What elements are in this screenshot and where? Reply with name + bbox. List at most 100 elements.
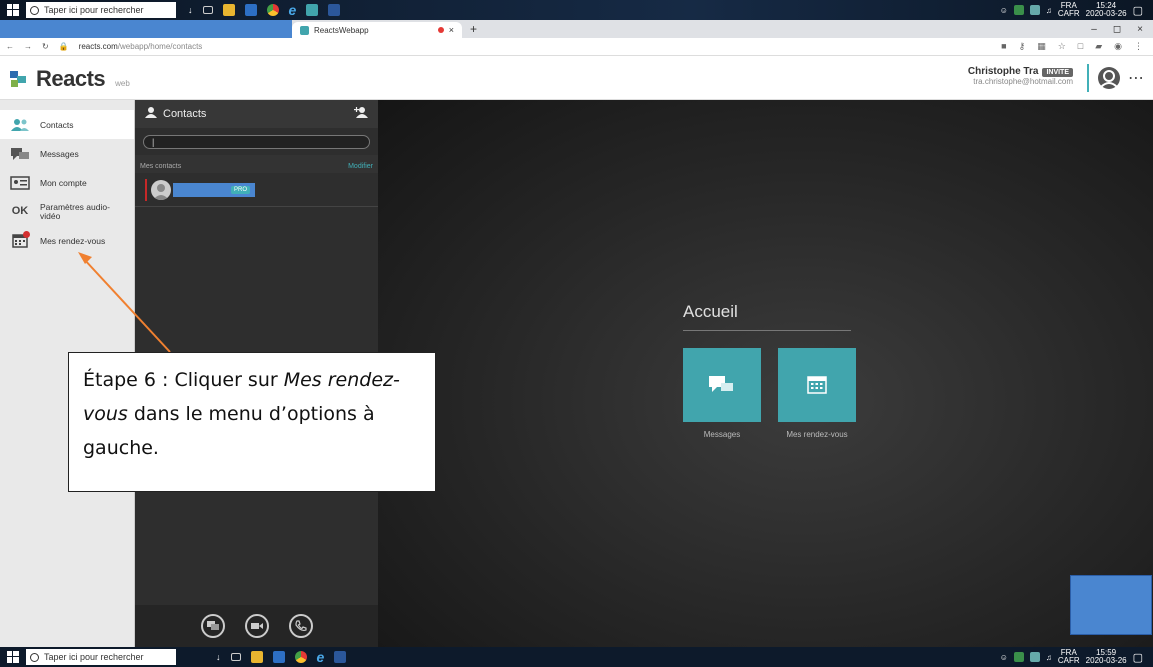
title-divider xyxy=(683,330,851,331)
volume-icon[interactable]: ♫ xyxy=(1046,653,1052,662)
sidebar-item-audio-video[interactable]: OK Paramètres audio-vidéo xyxy=(0,197,134,226)
edit-contacts-link[interactable]: Modifier xyxy=(348,163,373,173)
windows-start-button[interactable] xyxy=(0,0,26,20)
chrome-icon[interactable] xyxy=(266,4,279,16)
section-label: Mes contacts xyxy=(140,163,182,170)
region-label: CAFR xyxy=(1057,656,1080,665)
media-app-icon[interactable] xyxy=(244,4,257,16)
windows-start-button[interactable] xyxy=(0,647,26,667)
minimize-icon[interactable]: – xyxy=(1091,24,1097,35)
tray-app-icon[interactable] xyxy=(1013,5,1024,15)
bookmark-star-icon[interactable]: ☆ xyxy=(1058,41,1066,52)
user-email: tra.christophe@hotmail.com xyxy=(973,77,1073,86)
tile-label: Mes rendez-vous xyxy=(786,430,848,439)
file-explorer-icon[interactable] xyxy=(222,4,235,16)
sidebar-item-messages[interactable]: Messages xyxy=(0,139,134,168)
redacted-block xyxy=(0,20,292,38)
taskbar-search-placeholder: Taper ici pour rechercher xyxy=(44,652,144,662)
media-app-icon[interactable] xyxy=(272,651,285,663)
sidebar-item-contacts[interactable]: Contacts xyxy=(0,110,134,139)
redacted-block xyxy=(1070,575,1152,635)
logo-suffix: web xyxy=(115,78,130,88)
task-view-icon[interactable] xyxy=(230,653,241,661)
url-path: /webapp/home/contacts xyxy=(117,42,203,51)
contacts-search-input[interactable]: | xyxy=(143,135,370,149)
messages-icon xyxy=(10,147,30,161)
people-icon[interactable]: ☺ xyxy=(1000,653,1008,662)
sidebar-item-appointments[interactable]: Mes rendez-vous xyxy=(0,226,134,255)
camera-indicator-icon[interactable]: ■ xyxy=(1001,41,1006,52)
contact-list-item[interactable]: PRO xyxy=(135,173,378,207)
forward-icon[interactable]: → xyxy=(24,42,32,51)
add-contact-icon[interactable] xyxy=(354,107,368,121)
volume-icon[interactable]: ♫ xyxy=(1046,6,1052,15)
tab-close-icon[interactable]: × xyxy=(449,25,454,35)
tab-title: ReactsWebapp xyxy=(314,25,369,35)
phone-icon xyxy=(294,620,307,632)
reacts-logo[interactable]: Reacts web xyxy=(8,66,130,92)
reload-icon[interactable]: ↻ xyxy=(42,42,49,51)
video-call-button[interactable] xyxy=(244,614,269,638)
contacts-footer xyxy=(135,605,378,647)
back-icon[interactable]: ← xyxy=(6,42,14,51)
extension-icon[interactable]: ▰ xyxy=(1095,41,1102,52)
maximize-icon[interactable]: ◻ xyxy=(1113,24,1121,35)
audio-video-settings-icon: OK xyxy=(11,205,29,217)
microphone-icon[interactable]: ↓ xyxy=(216,652,221,662)
tile-appointments[interactable] xyxy=(778,348,856,422)
taskbar-bottom: Taper ici pour rechercher ↓ e ☺ ♫ FRA CAF… xyxy=(0,647,1153,667)
chrome-icon[interactable] xyxy=(294,651,307,663)
word-icon[interactable] xyxy=(334,651,347,663)
file-explorer-icon[interactable] xyxy=(250,651,263,663)
notification-center-icon[interactable]: ▢ xyxy=(1133,651,1143,664)
profile-icon[interactable]: ◉ xyxy=(1114,41,1122,52)
user-info[interactable]: Christophe Tra INVITE tra.christophe@hotm… xyxy=(968,66,1073,86)
system-tray: ☺ ♫ FRA CAFR 15:24 2020-03-26 ▢ xyxy=(1000,2,1153,18)
key-icon[interactable]: ⚷ xyxy=(1019,41,1026,52)
translate-icon[interactable]: ▦ xyxy=(1037,41,1046,52)
taskbar-search-input[interactable]: Taper ici pour rechercher xyxy=(26,2,176,18)
taskbar-search-input[interactable]: Taper ici pour rechercher xyxy=(26,649,176,665)
contacts-section-header: Mes contacts Modifier xyxy=(135,155,378,173)
user-badge: INVITE xyxy=(1042,68,1073,77)
audio-call-button[interactable] xyxy=(288,614,313,638)
tile-messages[interactable] xyxy=(683,348,761,422)
browser-menu-icon[interactable]: ⋮ xyxy=(1134,41,1143,52)
tray-language[interactable]: FRA CAFR xyxy=(1058,2,1080,18)
cast-icon[interactable]: □ xyxy=(1078,41,1083,52)
contacts-title: Contacts xyxy=(163,108,207,120)
tray-language[interactable]: FRA CAFR xyxy=(1058,649,1080,665)
header-divider xyxy=(1087,64,1089,92)
url-field[interactable]: reacts.com/webapp/home/contacts xyxy=(79,42,203,51)
notification-center-icon[interactable]: ▢ xyxy=(1133,4,1143,17)
browser-tab-active[interactable]: ReactsWebapp × xyxy=(292,22,462,38)
user-avatar-icon[interactable] xyxy=(1097,66,1121,90)
people-icon[interactable]: ☺ xyxy=(1000,6,1008,15)
sidebar-item-label: Messages xyxy=(40,148,79,159)
microphone-icon[interactable]: ↓ xyxy=(188,5,193,15)
sidebar-item-label: Mon compte xyxy=(40,177,87,188)
browser-tabstrip: ReactsWebapp × + – ◻ × xyxy=(0,20,1153,38)
reacts-app-icon[interactable] xyxy=(306,4,319,16)
network-icon[interactable] xyxy=(1029,5,1040,15)
window-close-icon[interactable]: × xyxy=(1137,24,1143,35)
chat-icon xyxy=(206,621,219,630)
word-icon[interactable] xyxy=(328,4,341,16)
chat-button[interactable] xyxy=(200,614,225,638)
tray-clock[interactable]: 15:24 2020-03-26 xyxy=(1086,2,1127,18)
tray-clock[interactable]: 15:59 2020-03-26 xyxy=(1086,649,1127,665)
more-options-icon[interactable]: ⋯ xyxy=(1128,68,1145,88)
lock-icon: 🔒 xyxy=(58,42,69,51)
sidebar-item-account[interactable]: Mon compte xyxy=(0,168,134,197)
page-title: Accueil xyxy=(683,302,738,321)
edge-icon[interactable]: e xyxy=(289,2,297,18)
taskbar-apps: ↓ e xyxy=(188,2,341,18)
new-tab-icon[interactable]: + xyxy=(470,22,477,36)
task-view-icon[interactable] xyxy=(202,6,213,14)
calendar-icon xyxy=(10,230,30,248)
tray-app-icon[interactable] xyxy=(1013,652,1024,662)
taskbar-search-placeholder: Taper ici pour rechercher xyxy=(44,5,144,15)
app-header: Reacts web Christophe Tra INVITE tra.chri… xyxy=(0,56,1153,100)
network-icon[interactable] xyxy=(1029,652,1040,662)
edge-icon[interactable]: e xyxy=(317,649,325,665)
